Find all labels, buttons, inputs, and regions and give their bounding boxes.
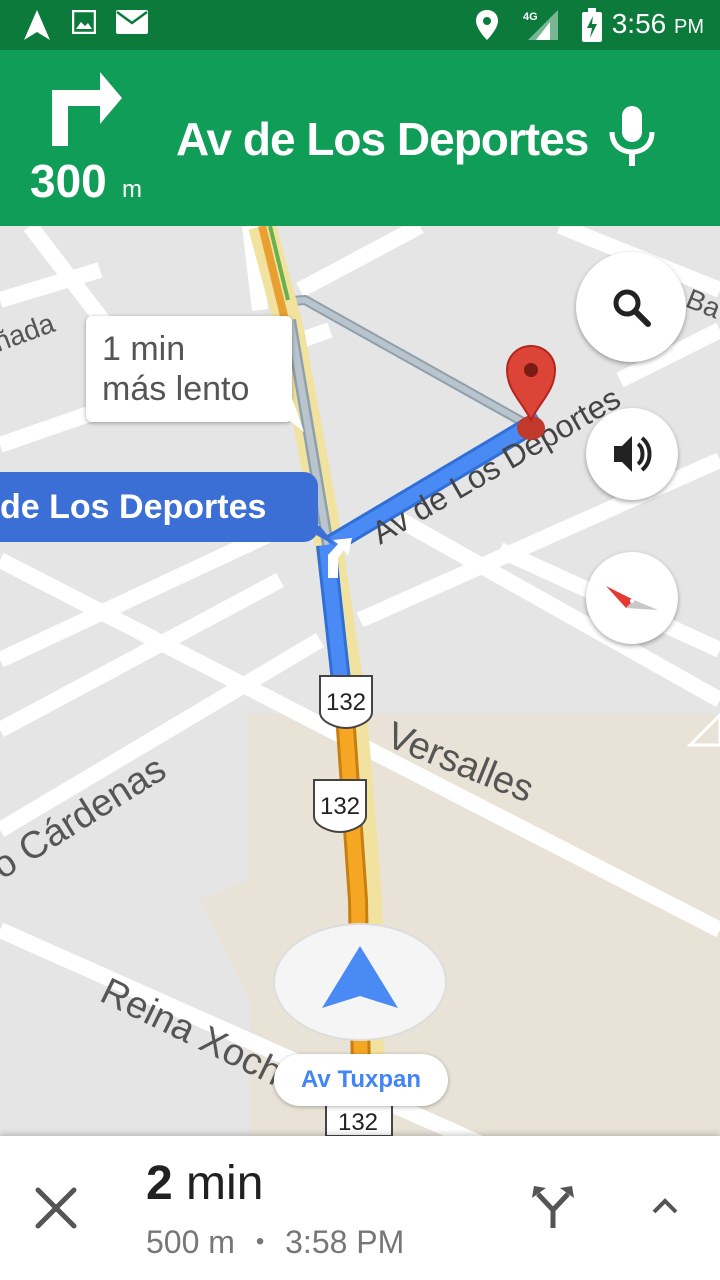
clock-time: 3:56 [611,8,667,39]
close-icon[interactable] [34,1186,78,1235]
remaining-distance: 500 m [146,1224,235,1260]
eta: 2 min [146,1156,263,1211]
current-street-label: de Los Deportes [0,488,267,526]
current-location-chip: Av Tuxpan [274,1054,448,1106]
detail-separator: • [255,1228,265,1255]
clock-ampm: PM [674,16,704,38]
sound-button[interactable] [586,408,678,500]
arrival-time: 3:58 PM [285,1224,405,1260]
chevron-up-icon[interactable] [650,1194,680,1223]
turn-distance-unit: m [122,176,142,203]
current-location-icon [273,923,447,1041]
navigation-icon [24,10,50,45]
navigation-header[interactable]: 300 m Av de Los Deportes [0,50,720,226]
alternate-route-callout[interactable]: 1 min más lento [86,316,292,422]
volume-icon [614,436,652,472]
compass-icon [606,586,658,610]
map-view[interactable]: 132 132 132 ñada Ba Av de Los Deportes V… [0,226,720,1136]
status-clock: 3:56 PM [612,8,704,40]
image-icon [71,9,97,39]
signal-icon: 4G [522,8,562,47]
compass-button[interactable] [586,552,678,644]
callout-line-1: 1 min [102,330,186,368]
callout-tail [286,398,304,432]
current-street-chip: de Los Deportes [0,472,318,542]
mail-icon [116,10,148,39]
eta-value: 2 [146,1157,173,1210]
eta-unit: min [186,1157,264,1210]
network-label: 4G [523,11,538,23]
next-street-title: Av de Los Deportes [176,113,589,165]
battery-charging-icon [582,8,602,47]
street-chip-tail [300,526,336,546]
shield-label: 132 [320,793,360,820]
search-button[interactable] [576,252,686,362]
callout-line-2: más lento [102,370,250,408]
location-pin-icon [476,10,498,45]
shield-label: 132 [338,1109,378,1136]
trip-details: 500 m • 3:58 PM [146,1224,404,1261]
microphone-icon[interactable] [608,106,656,173]
route-shield: 132 [319,675,373,730]
status-bar: 4G 3:56 PM [0,0,720,50]
search-icon [613,289,651,327]
shield-label: 132 [326,689,366,716]
bottom-trip-bar[interactable]: 2 min 500 m • 3:58 PM [0,1136,720,1280]
turn-right-icon [52,72,122,151]
turn-distance-value: 300 [30,155,107,207]
alternate-routes-icon[interactable] [530,1184,576,1235]
route-shield: 132 [313,779,367,834]
